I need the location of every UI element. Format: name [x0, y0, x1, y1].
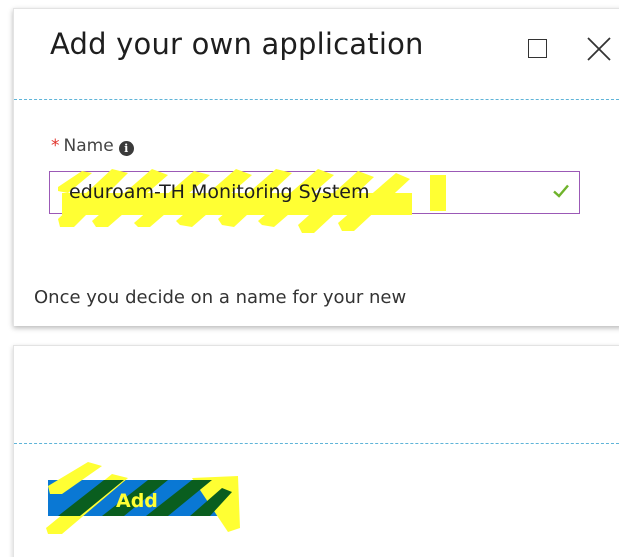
close-icon[interactable]	[585, 35, 613, 63]
maximize-icon[interactable]	[528, 39, 547, 58]
dialog-title: Add your own application	[50, 27, 424, 61]
checkmark-icon	[553, 184, 569, 198]
header-separator	[14, 99, 619, 100]
add-button-label: Add	[116, 490, 158, 512]
add-application-dialog: Add your own application * Name i eduroa…	[13, 8, 619, 326]
name-field-label: * Name i	[51, 136, 134, 156]
required-marker: *	[51, 136, 60, 156]
info-icon[interactable]: i	[118, 141, 134, 156]
footer-separator	[14, 443, 619, 444]
help-text: Once you decide on a name for your new	[34, 287, 407, 308]
name-label-text: Name	[63, 136, 114, 156]
dialog-footer: Add	[13, 345, 619, 557]
screen: Add your own application * Name i eduroa…	[0, 0, 619, 557]
name-input-value: eduroam-TH Monitoring System	[69, 181, 370, 203]
